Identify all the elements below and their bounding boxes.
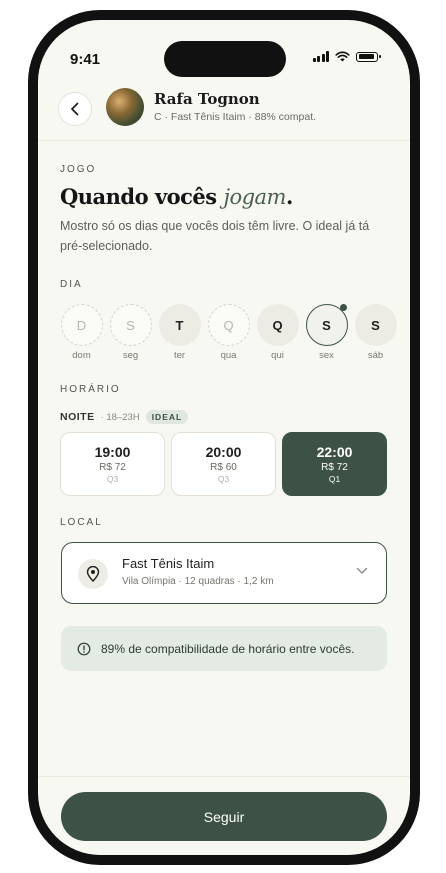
slot-quadra: Q3: [106, 474, 119, 484]
slot-time: 22:00: [316, 444, 353, 460]
title-emphasis: jogam: [223, 185, 286, 209]
partner-name: Rafa Tognon: [154, 90, 260, 108]
info-text: 89% de compatibilidade de horário entre …: [101, 641, 355, 656]
screen: 9:41 Rafa Tognon C · Fast Tênis Itaim · …: [38, 20, 410, 855]
footer: Seguir: [38, 776, 410, 855]
slot-quadra: Q3: [217, 474, 230, 484]
time-slot-button[interactable]: 20:00 R$ 60 Q3: [171, 432, 276, 496]
day-label: ter: [173, 350, 186, 361]
partner-subtitle: C · Fast Tênis Itaim · 88% compat.: [154, 111, 317, 123]
system-icons: [312, 51, 381, 62]
time-slot-button[interactable]: 22:00 R$ 72 Q1: [282, 432, 387, 496]
continue-button[interactable]: Seguir: [61, 792, 387, 841]
day-option-sáb[interactable]: Ssáb: [354, 304, 397, 361]
slot-quadra: Q1: [328, 474, 341, 484]
day-circle[interactable]: S: [305, 304, 348, 346]
day-circle: Q: [207, 304, 250, 346]
day-circle: S: [109, 304, 152, 346]
location-name: Fast Tênis Itaim: [122, 556, 215, 571]
day-letter: S: [322, 317, 331, 333]
wifi-icon: [335, 51, 350, 62]
slot-time: 20:00: [205, 444, 242, 460]
slot-price: R$ 72: [321, 462, 348, 473]
selected-dot-indicator: [339, 304, 347, 311]
avatar[interactable]: [106, 88, 144, 126]
day-circle[interactable]: Q: [256, 304, 299, 346]
location-pin-icon: [78, 559, 108, 589]
battery-icon: [356, 51, 381, 62]
compatibility-info: 89% de compatibilidade de horário entre …: [61, 626, 387, 671]
slot-time: 19:00: [94, 444, 131, 460]
day-label: seg: [122, 350, 139, 361]
section-label-horario: HORÁRIO: [60, 384, 121, 395]
status-time: 9:41: [70, 51, 101, 68]
signal-icon: [312, 51, 329, 62]
day-option-seg: Sseg: [109, 304, 152, 361]
day-letter: S: [126, 317, 135, 333]
section-label-dia: DIA: [60, 279, 83, 290]
day-letter: Q: [223, 317, 234, 333]
day-circle[interactable]: T: [158, 304, 201, 346]
day-letter: T: [175, 317, 184, 333]
dynamic-island: [164, 41, 286, 77]
day-option-qui[interactable]: Qqui: [256, 304, 299, 361]
chat-header: Rafa Tognon C · Fast Tênis Itaim · 88% c…: [38, 82, 410, 141]
back-button[interactable]: [58, 92, 92, 126]
day-circle: D: [60, 304, 103, 346]
slot-price: R$ 72: [99, 462, 126, 473]
day-option-qua: Qqua: [207, 304, 250, 361]
day-label: dom: [72, 350, 91, 361]
day-letter: D: [76, 317, 87, 333]
day-option-sex[interactable]: Ssex: [305, 304, 348, 361]
day-label: qua: [220, 350, 237, 361]
day-label: sex: [319, 350, 334, 361]
page-description: Mostro só os dias que vocês dois têm liv…: [60, 219, 370, 253]
status-bar: 9:41: [38, 20, 410, 77]
info-icon: [77, 642, 91, 655]
period-name: NOITE: [60, 411, 95, 423]
chevron-down-icon: [356, 567, 368, 574]
title-start: Quando vocês: [60, 184, 224, 209]
time-slot-button[interactable]: 19:00 R$ 72 Q3: [60, 432, 165, 496]
day-picker: Ddom Sseg Tter Qqua Qqui Ssex Ssáb: [60, 304, 397, 361]
day-circle[interactable]: S: [354, 304, 397, 346]
period-row: NOITE · 18–23H IDEAL: [60, 410, 189, 424]
day-letter: S: [371, 317, 380, 333]
day-label: qui: [271, 350, 284, 361]
title-end: .: [285, 184, 293, 209]
day-option-ter[interactable]: Tter: [158, 304, 201, 361]
section-label-local: LOCAL: [60, 517, 103, 528]
chevron-left-icon: [71, 102, 79, 116]
slot-price: R$ 60: [210, 462, 237, 473]
period-range: · 18–23H: [100, 411, 140, 423]
day-letter: Q: [272, 317, 283, 333]
ideal-badge: IDEAL: [145, 410, 189, 424]
location-details: Vila Olímpia · 12 quadras · 1,2 km: [122, 576, 274, 587]
section-label-jogo: JOGO: [60, 164, 97, 175]
day-label: sáb: [367, 350, 384, 361]
day-option-dom: Ddom: [60, 304, 103, 361]
phone-frame: 9:41 Rafa Tognon C · Fast Tênis Itaim · …: [28, 10, 420, 865]
location-select[interactable]: Fast Tênis Itaim Vila Olímpia · 12 quadr…: [61, 542, 387, 604]
time-slots: 19:00 R$ 72 Q3 20:00 R$ 60 Q3 22:00 R$ 72 Q1: [60, 432, 387, 496]
page-title: Quando vocês jogam.: [60, 184, 293, 209]
